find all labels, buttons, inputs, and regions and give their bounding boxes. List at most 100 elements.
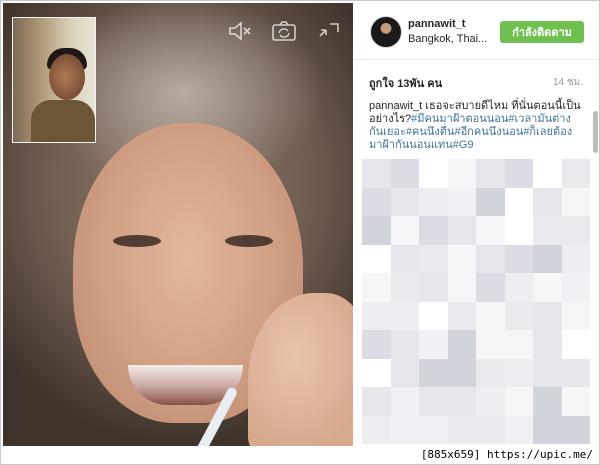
pixel-block xyxy=(504,415,533,444)
pixel-block xyxy=(476,244,505,273)
pixel-block xyxy=(561,273,590,302)
video-call-thumbnail[interactable] xyxy=(12,17,96,143)
watermark-text: [885x659] https://upic.me/ xyxy=(420,448,593,461)
pixel-block xyxy=(476,187,505,216)
pixel-block xyxy=(476,387,505,416)
caption-scrollbar[interactable] xyxy=(593,111,598,153)
pixel-block xyxy=(447,187,476,216)
pixel-block xyxy=(419,301,448,330)
pixel-block xyxy=(447,358,476,387)
thumbnail-shirt xyxy=(31,100,95,142)
pixel-block xyxy=(504,159,533,188)
right-eye xyxy=(225,235,273,247)
pixel-block xyxy=(390,159,419,188)
pixel-block xyxy=(561,216,590,245)
pixel-block xyxy=(533,387,562,416)
pixel-block xyxy=(476,415,505,444)
pixel-block xyxy=(447,387,476,416)
pixel-block xyxy=(504,187,533,216)
pixel-block xyxy=(533,187,562,216)
pixel-block xyxy=(419,216,448,245)
pixel-block xyxy=(533,415,562,444)
pixel-block xyxy=(504,387,533,416)
post-side-panel: pannawit_t Bangkok, Thai... กำลังติดตาม … xyxy=(353,1,599,446)
pixel-block xyxy=(362,301,391,330)
pixel-block xyxy=(390,330,419,359)
pixel-block xyxy=(504,301,533,330)
pixel-block xyxy=(419,415,448,444)
pixel-block xyxy=(561,330,590,359)
watermark-bar: [885x659] https://upic.me/ xyxy=(1,446,599,464)
pixel-block xyxy=(504,273,533,302)
video-call-main-view xyxy=(3,3,353,446)
pixelated-comments xyxy=(362,159,590,444)
pixel-block xyxy=(447,273,476,302)
pixel-block xyxy=(390,358,419,387)
end-call-icon[interactable] xyxy=(316,20,342,42)
pixel-block xyxy=(362,244,391,273)
pixel-block xyxy=(533,244,562,273)
screenshot-frame: pannawit_t Bangkok, Thai... กำลังติดตาม … xyxy=(0,0,600,465)
pixel-block xyxy=(362,387,391,416)
pixel-block xyxy=(390,187,419,216)
pixel-block xyxy=(561,358,590,387)
pixel-block xyxy=(533,273,562,302)
pixel-block xyxy=(533,301,562,330)
post-header: pannawit_t Bangkok, Thai... กำลังติดตาม xyxy=(353,1,599,60)
pixel-block xyxy=(476,358,505,387)
pixel-block xyxy=(504,330,533,359)
avatar[interactable] xyxy=(370,16,402,48)
pixel-block xyxy=(390,244,419,273)
pixel-block xyxy=(419,330,448,359)
pixel-block xyxy=(533,216,562,245)
pixel-block xyxy=(362,330,391,359)
thumbnail-face xyxy=(49,54,85,100)
pixel-block xyxy=(447,330,476,359)
following-button[interactable]: กำลังติดตาม xyxy=(500,21,584,43)
mute-icon[interactable] xyxy=(227,20,253,42)
like-count[interactable]: ถูกใจ 13พัน คน xyxy=(369,74,442,92)
left-eye xyxy=(113,235,161,247)
pixel-block xyxy=(561,187,590,216)
pixel-block xyxy=(390,387,419,416)
pixel-block xyxy=(447,159,476,188)
pixel-block xyxy=(362,415,391,444)
caption-username[interactable]: pannawit_t xyxy=(369,100,422,112)
pixel-block xyxy=(447,301,476,330)
post-time[interactable]: 14 ชม. xyxy=(553,75,583,90)
pixel-block xyxy=(561,244,590,273)
pixel-block xyxy=(533,330,562,359)
pixel-block xyxy=(561,159,590,188)
pixel-block xyxy=(362,159,391,188)
pixel-block xyxy=(390,273,419,302)
pixel-block xyxy=(362,187,391,216)
pixel-block xyxy=(419,358,448,387)
pixel-block xyxy=(561,387,590,416)
location-link[interactable]: Bangkok, Thai... xyxy=(408,33,487,45)
pixel-block xyxy=(390,415,419,444)
pixel-block xyxy=(533,358,562,387)
pixel-block xyxy=(476,330,505,359)
username-link[interactable]: pannawit_t xyxy=(408,18,465,30)
pixel-block xyxy=(390,301,419,330)
pixel-block xyxy=(362,216,391,245)
pixel-block xyxy=(419,244,448,273)
pixel-block xyxy=(504,358,533,387)
pixel-block xyxy=(419,187,448,216)
pixel-block xyxy=(362,358,391,387)
post-caption: pannawit_t เธอจะสบายดีไหม ที่นั่นตอนนี้เ… xyxy=(369,100,584,152)
pixel-block xyxy=(362,273,391,302)
pixel-block xyxy=(504,244,533,273)
pixel-block xyxy=(419,387,448,416)
pixel-block xyxy=(561,301,590,330)
pixel-block xyxy=(447,415,476,444)
camera-flip-icon[interactable] xyxy=(271,20,297,42)
pixel-block xyxy=(533,159,562,188)
pixel-block xyxy=(447,216,476,245)
pixel-block xyxy=(476,216,505,245)
pixel-block xyxy=(476,301,505,330)
pixel-block xyxy=(419,273,448,302)
pixel-block xyxy=(476,273,505,302)
pixel-block xyxy=(419,159,448,188)
pixel-block xyxy=(447,244,476,273)
